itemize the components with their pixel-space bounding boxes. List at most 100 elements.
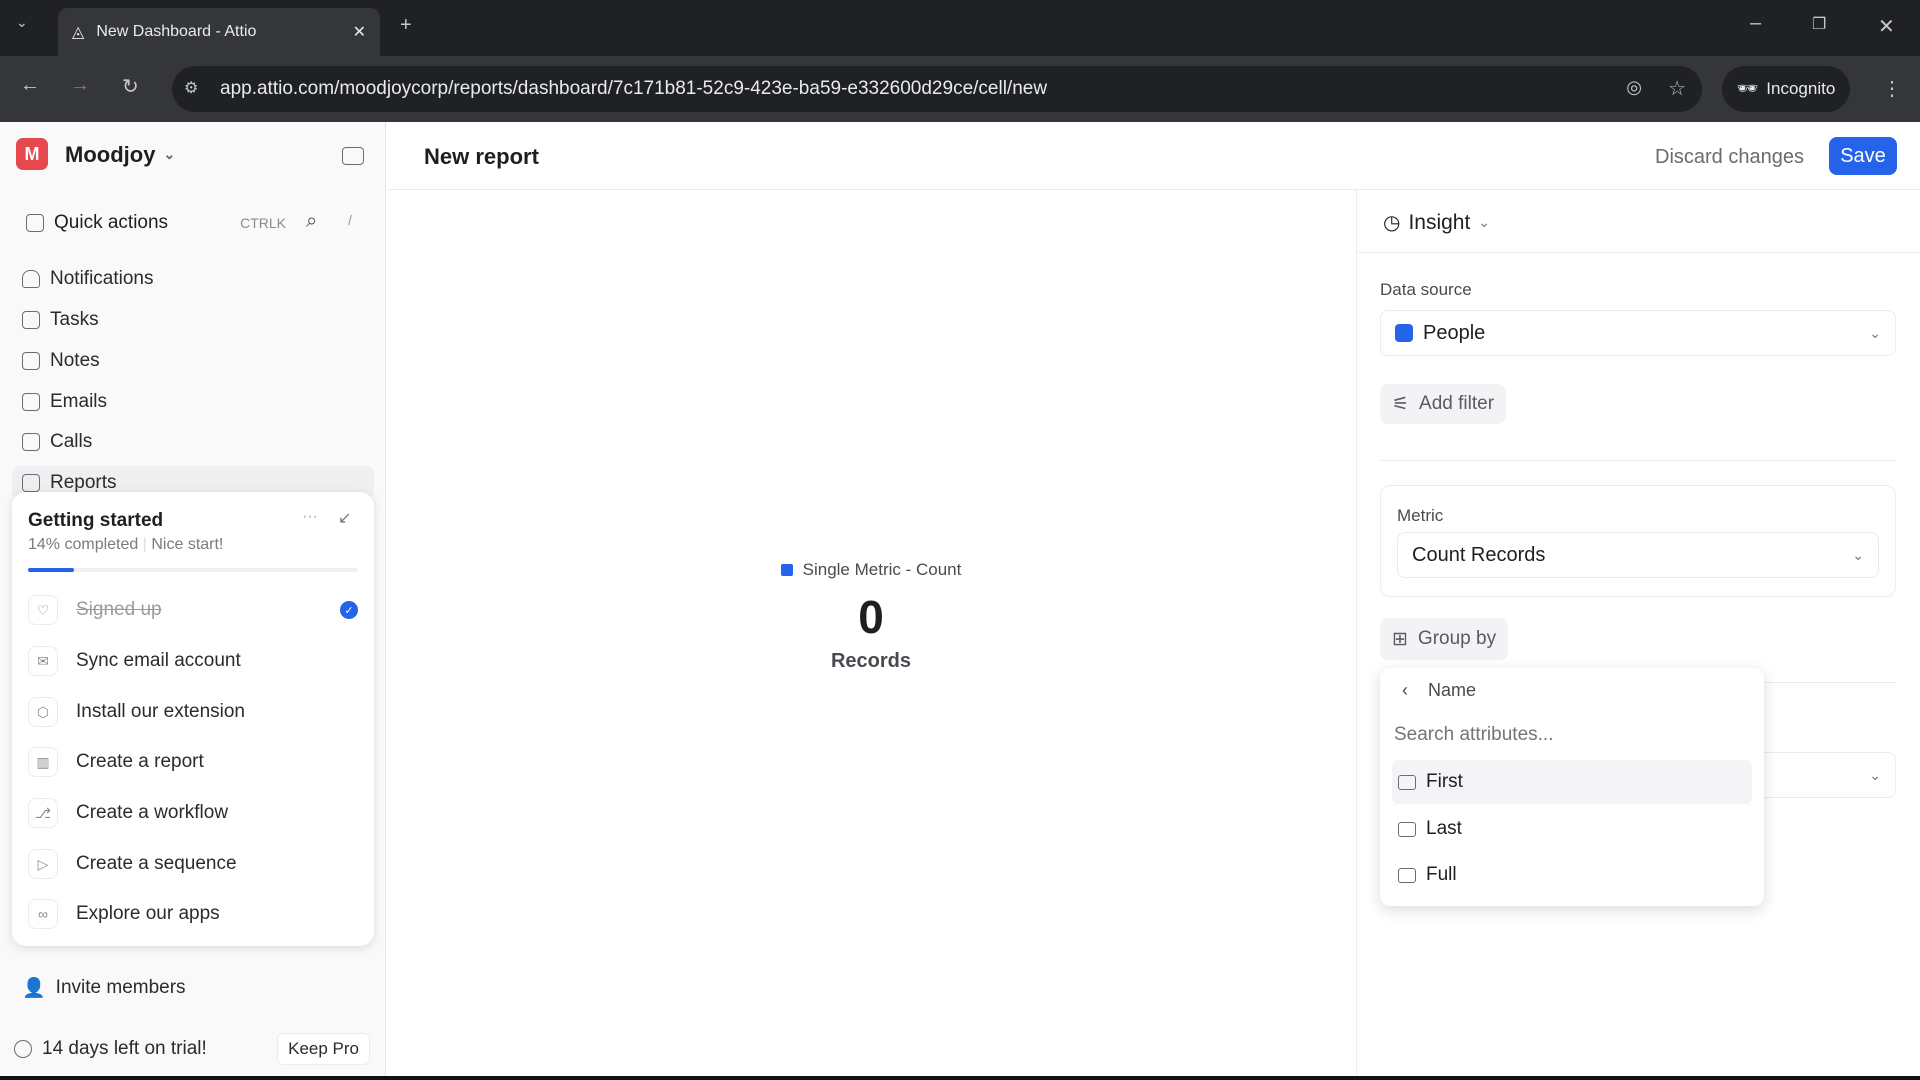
- report-type-selector[interactable]: ◷ Insight ⌄: [1383, 210, 1490, 235]
- trial-banner: 14 days left on trial! Keep Pro: [14, 1032, 370, 1066]
- user-plus-icon: 👤: [22, 978, 46, 999]
- invite-members-button[interactable]: 👤 Invite members: [22, 971, 186, 1005]
- nav-notifications[interactable]: Notifications: [22, 262, 154, 296]
- task-label: Sync email account: [76, 650, 241, 671]
- nav-label: Tasks: [50, 309, 99, 330]
- keep-pro-button[interactable]: Keep Pro: [277, 1033, 370, 1065]
- shortcut-hint: CTRLK: [240, 215, 286, 231]
- star-icon[interactable]: ☆: [1668, 76, 1686, 101]
- search-icon[interactable]: ⌕: [306, 210, 317, 233]
- nav-label: Emails: [50, 391, 108, 412]
- back-icon[interactable]: ←: [20, 74, 40, 97]
- task-create-workflow[interactable]: ⎇ Create a workflow: [28, 791, 228, 835]
- minimize-icon[interactable]: –: [1750, 12, 1761, 35]
- bell-icon: [22, 270, 40, 288]
- task-label: Signed up: [76, 599, 162, 620]
- clock-icon: ◷: [1383, 212, 1401, 234]
- task-install-extension[interactable]: ⬡ Install our extension: [28, 690, 245, 734]
- add-filter-label: Add filter: [1419, 393, 1495, 414]
- new-tab-icon[interactable]: +: [400, 14, 412, 37]
- id-card-icon: [1398, 821, 1416, 837]
- invite-label: Invite members: [55, 977, 186, 998]
- eye-off-icon[interactable]: ◎: [1626, 77, 1642, 98]
- task-label: Install our extension: [76, 701, 245, 722]
- legend-label: Single Metric - Count: [802, 560, 962, 579]
- close-window-icon[interactable]: ✕: [1878, 14, 1895, 39]
- task-signed-up[interactable]: ♡ Signed up ✓: [28, 588, 358, 632]
- menu-item-last[interactable]: Last: [1392, 807, 1752, 851]
- incognito-label: Incognito: [1766, 79, 1836, 98]
- more-icon[interactable]: ···: [302, 508, 318, 526]
- metric-preview: Single Metric - Count 0 Records: [386, 560, 1356, 673]
- card-title: Getting started: [28, 510, 164, 531]
- report-header: New report Discard changes Save: [387, 122, 1920, 190]
- nav-tasks[interactable]: Tasks: [22, 303, 99, 337]
- url-text: app.attio.com/moodjoycorp/reports/dashbo…: [220, 78, 1048, 99]
- quick-actions-label: Quick actions: [54, 212, 169, 233]
- site-settings-icon[interactable]: ⚙: [184, 78, 198, 98]
- report-type-label: Insight: [1408, 210, 1471, 234]
- back-to-attributes[interactable]: ‹ Name: [1402, 680, 1476, 704]
- search-shortcut: /: [348, 212, 352, 228]
- nav-label: Calls: [50, 431, 93, 452]
- add-filter-button[interactable]: ⚟ Add filter: [1380, 384, 1507, 424]
- nav-calls[interactable]: Calls: [22, 425, 92, 459]
- metric-select[interactable]: Count Records ⌄: [1397, 532, 1879, 578]
- menu-back-label: Name: [1428, 680, 1477, 700]
- grid-icon: ⊞: [1392, 628, 1408, 650]
- search-attributes-input[interactable]: [1394, 718, 1744, 752]
- chevron-down-icon: ⌄: [1869, 324, 1881, 341]
- video-icon: [22, 433, 40, 451]
- data-source-select[interactable]: People ⌄: [1380, 310, 1896, 356]
- mail-icon: [22, 393, 40, 411]
- workspace-name: Moodjoy: [65, 142, 156, 167]
- data-source-value: People: [1423, 321, 1486, 344]
- save-button[interactable]: Save: [1829, 137, 1897, 175]
- tab-title: New Dashboard - Attio: [96, 23, 257, 40]
- group-by-button[interactable]: ⊞ Group by: [1380, 618, 1509, 660]
- encouragement-text: Nice start!: [151, 536, 224, 553]
- task-create-report[interactable]: ▥ Create a report: [28, 740, 204, 784]
- reload-icon[interactable]: ↻: [122, 74, 139, 99]
- progress-bar: [28, 568, 358, 572]
- metric-unit: Records: [830, 650, 912, 672]
- browser-menu-icon[interactable]: ⋮: [1882, 76, 1902, 101]
- url-bar[interactable]: ⚙ app.attio.com/moodjoycorp/reports/dash…: [172, 66, 1702, 112]
- id-card-icon: [1398, 867, 1416, 883]
- close-tab-icon[interactable]: ✕: [353, 22, 366, 42]
- group-by-dropdown: ‹ Name First Last Full: [1380, 668, 1764, 906]
- forward-icon[interactable]: →: [70, 74, 90, 97]
- report-settings-panel: ◷ Insight ⌄ Data source People ⌄ ⚟ Add filte…: [1356, 190, 1920, 1076]
- group-by-label: Group by: [1417, 628, 1497, 649]
- progress-text: 14% completed: [28, 536, 139, 553]
- bottom-edge: [0, 1076, 1920, 1080]
- incognito-icon: 🕶: [1736, 79, 1759, 98]
- quick-actions-button[interactable]: Quick actions CTRLK: [16, 204, 286, 242]
- task-sync-email[interactable]: ✉ Sync email account: [28, 639, 241, 683]
- getting-started-card: Getting started ··· ↙ 14% completed | Ni…: [12, 492, 374, 946]
- browser-tab[interactable]: ◬ New Dashboard - Attio ✕: [58, 8, 380, 56]
- nav-label: Reports: [50, 472, 117, 493]
- toggle-sidebar-icon[interactable]: [342, 147, 364, 165]
- task-create-sequence[interactable]: ▷ Create a sequence: [28, 842, 237, 886]
- data-source-label: Data source: [1380, 280, 1472, 299]
- tab-search-icon[interactable]: ⌄: [16, 14, 28, 31]
- workspace-switcher[interactable]: Moodjoy ⌄: [65, 142, 175, 168]
- menu-item-full[interactable]: Full: [1392, 853, 1752, 897]
- chart-icon: ▥: [28, 747, 58, 777]
- attio-favicon-icon: ◬: [72, 24, 85, 41]
- nav-notes[interactable]: Notes: [22, 344, 100, 378]
- checkbox-icon: [22, 311, 40, 329]
- collapse-icon[interactable]: ↙: [338, 508, 351, 528]
- nav-emails[interactable]: Emails: [22, 385, 107, 419]
- people-icon: [1395, 324, 1413, 342]
- task-explore-apps[interactable]: ∞ Explore our apps: [28, 892, 220, 936]
- restore-icon[interactable]: ❐: [1812, 14, 1826, 34]
- incognito-badge[interactable]: 🕶 Incognito: [1722, 66, 1850, 112]
- discard-changes-button[interactable]: Discard changes: [1655, 146, 1804, 169]
- menu-item-first[interactable]: First: [1392, 760, 1752, 804]
- mail-icon: ✉: [28, 646, 58, 676]
- heart-icon: ♡: [28, 595, 58, 625]
- link-icon: ∞: [28, 899, 58, 929]
- chevron-down-icon: ⌄: [1852, 546, 1864, 563]
